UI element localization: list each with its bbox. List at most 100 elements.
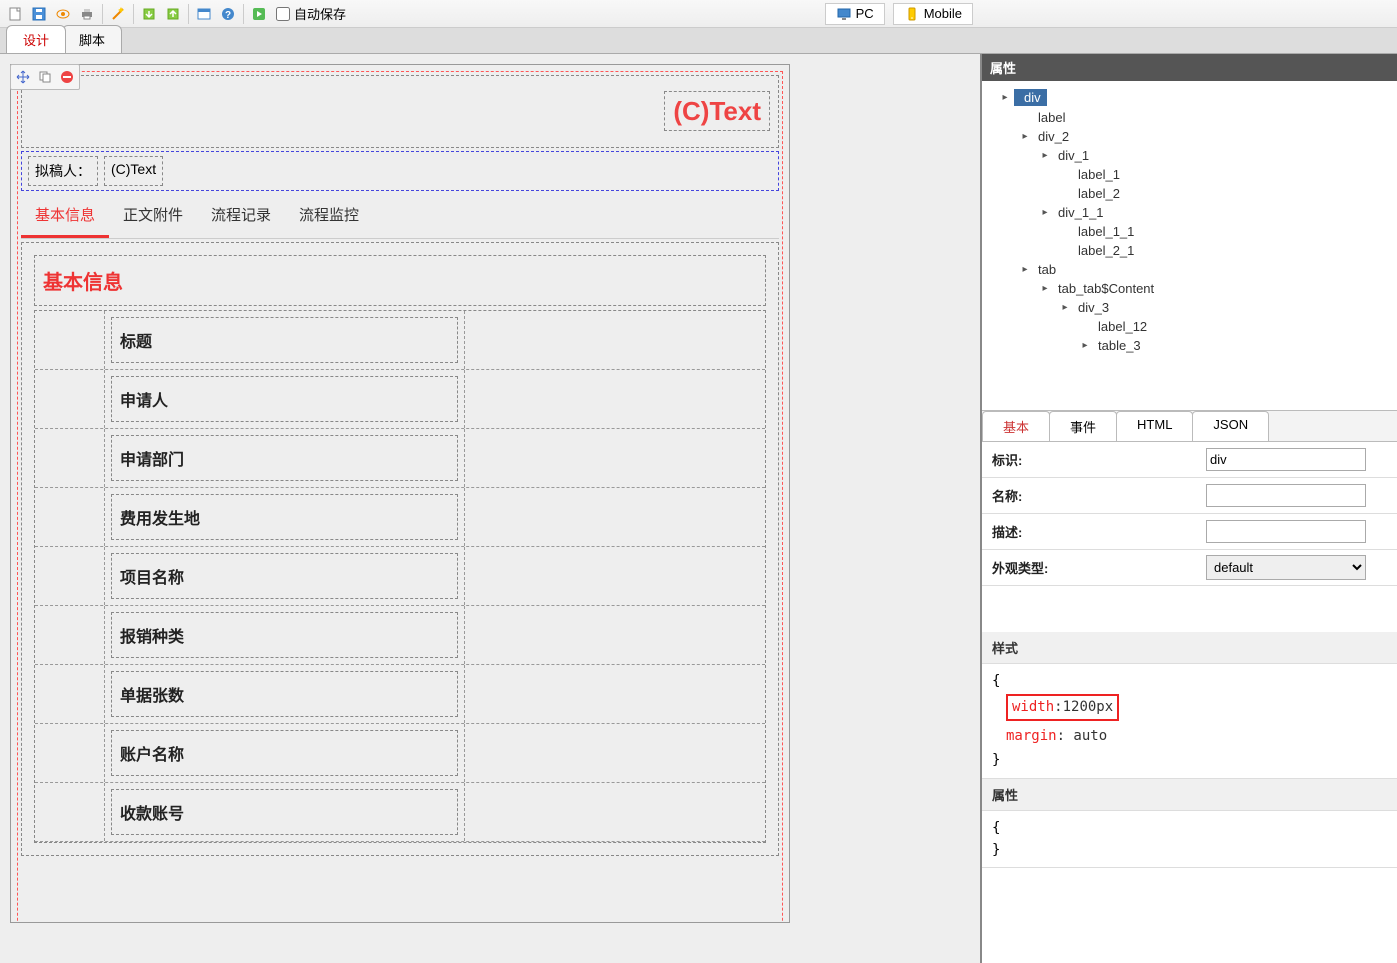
table-row[interactable]: 报销种类: [35, 606, 765, 665]
field-label[interactable]: 报销种类: [111, 612, 458, 658]
field-label[interactable]: 标题: [111, 317, 458, 363]
window-icon[interactable]: [193, 3, 215, 25]
field-cell[interactable]: 项目名称: [105, 547, 465, 605]
field-label[interactable]: 费用发生地: [111, 494, 458, 540]
field-label[interactable]: 收款账号: [111, 789, 458, 835]
autosave-input[interactable]: [276, 7, 290, 21]
copy-icon[interactable]: [35, 67, 55, 87]
tree-node[interactable]: ▸div: [986, 87, 1393, 108]
field-cell[interactable]: 收款账号: [105, 783, 465, 841]
field-value-cell[interactable]: [465, 665, 765, 723]
tree-twisty-icon[interactable]: ▸: [1058, 301, 1072, 315]
ptab-json[interactable]: JSON: [1192, 411, 1269, 441]
tree-twisty-icon[interactable]: [1058, 168, 1072, 182]
table-row[interactable]: 费用发生地: [35, 488, 765, 547]
print-icon[interactable]: [76, 3, 98, 25]
field-cell[interactable]: 账户名称: [105, 724, 465, 782]
row-handle[interactable]: [35, 429, 105, 487]
form-tab-basic[interactable]: 基本信息: [21, 194, 109, 238]
tree-node[interactable]: label_2_1: [986, 241, 1393, 260]
form-tab-attach[interactable]: 正文附件: [109, 194, 197, 238]
field-cell[interactable]: 标题: [105, 311, 465, 369]
title-label[interactable]: (C)Text: [664, 91, 770, 131]
tree-twisty-icon[interactable]: [1058, 244, 1072, 258]
tree-node[interactable]: label_12: [986, 317, 1393, 336]
tree-node[interactable]: ▸div_2: [986, 127, 1393, 146]
prop-name-input[interactable]: [1206, 484, 1366, 507]
autosave-checkbox[interactable]: 自动保存: [276, 4, 346, 23]
tree-node[interactable]: ▸div_3: [986, 298, 1393, 317]
help-icon[interactable]: ?: [217, 3, 239, 25]
field-value-cell[interactable]: [465, 370, 765, 428]
field-label[interactable]: 申请人: [111, 376, 458, 422]
field-value-cell[interactable]: [465, 783, 765, 841]
field-value-cell[interactable]: [465, 311, 765, 369]
form-tab-flowlog[interactable]: 流程记录: [197, 194, 285, 238]
field-cell[interactable]: 单据张数: [105, 665, 465, 723]
form-root-div[interactable]: (C)Text 拟稿人： (C)Text 基本信息 正文附件 流程记录 流程监控…: [17, 71, 783, 923]
form-table[interactable]: 标题申请人申请部门费用发生地项目名称报销种类单据张数账户名称收款账号: [34, 310, 766, 843]
row-handle[interactable]: [35, 370, 105, 428]
tab-design[interactable]: 设计: [6, 25, 66, 53]
table-row[interactable]: 申请人: [35, 370, 765, 429]
tree-node[interactable]: label: [986, 108, 1393, 127]
field-value-cell[interactable]: [465, 488, 765, 546]
table-row[interactable]: 账户名称: [35, 724, 765, 783]
field-label[interactable]: 账户名称: [111, 730, 458, 776]
ptab-basic[interactable]: 基本: [982, 411, 1050, 441]
tree-node[interactable]: ▸div_1_1: [986, 203, 1393, 222]
prop-id-input[interactable]: [1206, 448, 1366, 471]
row-handle[interactable]: [35, 606, 105, 664]
field-cell[interactable]: 申请人: [105, 370, 465, 428]
save-icon[interactable]: [28, 3, 50, 25]
row-handle[interactable]: [35, 724, 105, 782]
delete-icon[interactable]: [57, 67, 77, 87]
field-value-cell[interactable]: [465, 429, 765, 487]
style-editor[interactable]: { width:1200px margin: auto }: [992, 670, 1387, 772]
tree-node[interactable]: label_1_1: [986, 222, 1393, 241]
tree-twisty-icon[interactable]: [1058, 187, 1072, 201]
tree-twisty-icon[interactable]: ▸: [1018, 263, 1032, 277]
table-row[interactable]: 标题: [35, 311, 765, 370]
field-cell[interactable]: 报销种类: [105, 606, 465, 664]
table-row[interactable]: 项目名称: [35, 547, 765, 606]
wand-icon[interactable]: [107, 3, 129, 25]
tree-node[interactable]: ▸div_1: [986, 146, 1393, 165]
row-handle[interactable]: [35, 488, 105, 546]
design-canvas[interactable]: (C)Text 拟稿人： (C)Text 基本信息 正文附件 流程记录 流程监控…: [10, 64, 790, 923]
row-handle[interactable]: [35, 311, 105, 369]
section-title[interactable]: 基本信息: [34, 255, 766, 306]
move-icon[interactable]: [13, 67, 33, 87]
new-icon[interactable]: [4, 3, 26, 25]
tree-twisty-icon[interactable]: [1058, 225, 1072, 239]
tree-twisty-icon[interactable]: ▸: [1038, 149, 1052, 163]
attr-editor[interactable]: { }: [992, 817, 1387, 862]
tree-twisty-icon[interactable]: ▸: [998, 91, 1012, 105]
row-handle[interactable]: [35, 665, 105, 723]
field-cell[interactable]: 申请部门: [105, 429, 465, 487]
field-value-cell[interactable]: [465, 606, 765, 664]
mobile-button[interactable]: Mobile: [893, 3, 973, 25]
form-tab-flowmon[interactable]: 流程监控: [285, 194, 373, 238]
field-value-cell[interactable]: [465, 724, 765, 782]
author-row[interactable]: 拟稿人： (C)Text: [21, 151, 779, 191]
tab-script[interactable]: 脚本: [62, 25, 122, 53]
tree-node[interactable]: ▸tab_tab$Content: [986, 279, 1393, 298]
tree-node[interactable]: label_2: [986, 184, 1393, 203]
tree-twisty-icon[interactable]: [1018, 111, 1032, 125]
field-label[interactable]: 申请部门: [111, 435, 458, 481]
ptab-event[interactable]: 事件: [1049, 411, 1117, 441]
tree-twisty-icon[interactable]: ▸: [1038, 206, 1052, 220]
ptab-html[interactable]: HTML: [1116, 411, 1193, 441]
import-icon[interactable]: [138, 3, 160, 25]
tree-twisty-icon[interactable]: ▸: [1018, 130, 1032, 144]
field-value-cell[interactable]: [465, 547, 765, 605]
row-handle[interactable]: [35, 783, 105, 841]
table-row[interactable]: 申请部门: [35, 429, 765, 488]
tree-twisty-icon[interactable]: [1078, 320, 1092, 334]
tree-twisty-icon[interactable]: ▸: [1038, 282, 1052, 296]
author-value[interactable]: (C)Text: [104, 156, 163, 186]
table-row[interactable]: 单据张数: [35, 665, 765, 724]
tree-node[interactable]: ▸tab: [986, 260, 1393, 279]
preview-icon[interactable]: [52, 3, 74, 25]
